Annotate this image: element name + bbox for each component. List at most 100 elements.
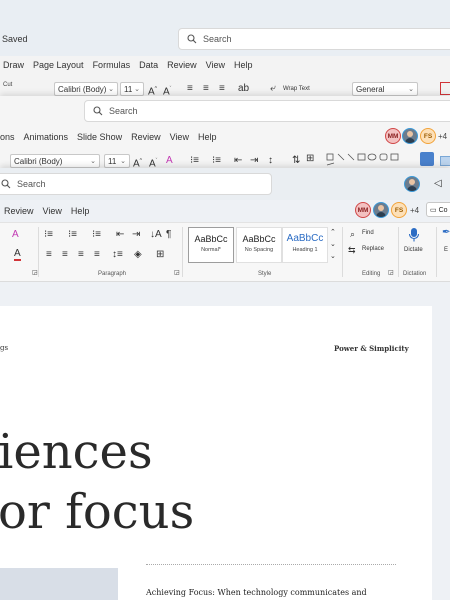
group-label-dictation: Dictation	[403, 271, 427, 277]
bullets-icon[interactable]: ⁝≡	[44, 229, 53, 241]
chevron-down-icon: ⌄	[408, 86, 414, 93]
comments-button[interactable]: ▭ Co	[426, 202, 450, 217]
search-placeholder: Search	[17, 179, 46, 189]
style-no-spacing[interactable]: AaBbCc No Spacing	[236, 227, 282, 263]
show-formatting-icon[interactable]: ¶	[166, 229, 171, 241]
dictate-button[interactable]: Dictate	[404, 247, 423, 253]
conditional-format-icon[interactable]	[440, 82, 450, 95]
ppt-search-input[interactable]: Search	[84, 100, 450, 122]
avatar[interactable]	[402, 128, 418, 144]
menu-view[interactable]: View	[43, 206, 62, 216]
sort-icon[interactable]: ↓A	[150, 229, 162, 241]
divider	[398, 227, 399, 277]
menu-view[interactable]: View	[206, 60, 225, 70]
menu-animations[interactable]: Animations	[24, 132, 69, 142]
menu-draw[interactable]: Draw	[3, 60, 24, 70]
styles-scroll-up-icon[interactable]: ⌃	[330, 227, 336, 239]
shading-icon[interactable]: ◈	[134, 249, 142, 261]
menu-review[interactable]: Review	[131, 132, 161, 142]
editing-dialog-launcher-icon[interactable]: ◲	[388, 267, 394, 279]
menu-data[interactable]: Data	[139, 60, 158, 70]
find-button[interactable]: Find	[362, 230, 374, 236]
excel-search-input[interactable]: Search	[178, 28, 450, 50]
orientation-icon[interactable]: ab	[238, 83, 249, 95]
replace-icon[interactable]: ⇆	[348, 244, 356, 256]
cut-button[interactable]: Cut	[3, 82, 12, 88]
document-image	[0, 568, 118, 600]
avatar[interactable]: FS	[420, 128, 436, 144]
font-name-value: Calibri (Body)	[14, 156, 63, 166]
align-right-icon[interactable]: ≡	[78, 249, 84, 261]
align-center-icon[interactable]: ≡	[203, 83, 209, 95]
menu-review[interactable]: Review	[167, 60, 197, 70]
styles-scroll-down-icon[interactable]: ⌄	[330, 239, 336, 251]
style-name: Heading 1	[292, 247, 318, 253]
chevron-down-icon: ⌄	[108, 86, 114, 93]
clear-format-icon[interactable]: A	[12, 229, 19, 241]
menu-slide-show[interactable]: Slide Show	[77, 132, 122, 142]
line-spacing-icon[interactable]: ↕≡	[112, 249, 123, 261]
align-center-icon[interactable]: ≡	[62, 249, 68, 261]
font-dialog-launcher-icon[interactable]: ◲	[32, 267, 38, 279]
avatar[interactable]: FS	[391, 202, 407, 218]
word-search-input[interactable]: Search	[0, 173, 272, 195]
line-spacing-icon[interactable]: ↕	[268, 155, 273, 167]
paragraph-dialog-launcher-icon[interactable]: ◲	[174, 267, 180, 279]
number-format-select[interactable]: General ⌄	[352, 82, 418, 96]
wrap-text-button[interactable]: Wrap Text	[283, 86, 310, 92]
find-icon[interactable]: ⌕	[350, 228, 355, 240]
decrease-indent-icon[interactable]: ⇤	[234, 155, 242, 167]
menu-view[interactable]: View	[170, 132, 189, 142]
decrease-indent-icon[interactable]: ⇤	[116, 229, 124, 241]
replace-button[interactable]: Replace	[362, 246, 384, 252]
share-icon[interactable]: ◁	[434, 178, 442, 190]
multilevel-list-icon[interactable]: ⁝≡	[92, 229, 101, 241]
align-left-icon[interactable]: ≡	[187, 83, 193, 95]
ppt-font-size[interactable]: 11 ⌄	[104, 154, 130, 168]
shapes-gallery[interactable]	[326, 152, 408, 168]
chevron-down-icon: ⌄	[134, 86, 140, 93]
arrange-icon[interactable]	[420, 152, 434, 166]
excel-font-name[interactable]: Calibri (Body) ⌄	[54, 82, 118, 96]
numbering-icon[interactable]: ⁝≡	[212, 155, 221, 167]
smartart-icon[interactable]: ⊞	[306, 153, 314, 165]
increase-indent-icon[interactable]: ⇥	[132, 229, 140, 241]
menu-help[interactable]: Help	[71, 206, 90, 216]
clear-format-icon[interactable]: A	[166, 155, 173, 167]
avatar[interactable]	[373, 202, 389, 218]
more-collaborators[interactable]: +4	[410, 206, 419, 215]
menu-formulas[interactable]: Formulas	[93, 60, 131, 70]
avatar[interactable]	[404, 176, 420, 192]
menu-help[interactable]: Help	[198, 132, 217, 142]
numbering-icon[interactable]: ⁝≡	[68, 229, 77, 241]
excel-menu-bar: Draw Page Layout Formulas Data Review Vi…	[3, 60, 252, 70]
align-left-icon[interactable]: ≡	[46, 249, 52, 261]
menu-add-ins[interactable]: ons	[0, 132, 15, 142]
avatar[interactable]: MM	[385, 128, 401, 144]
editor-button[interactable]: E	[444, 247, 448, 253]
comments-label: Co	[438, 207, 448, 214]
style-heading-1[interactable]: AaBbCc Heading 1	[282, 227, 328, 263]
font-color-icon[interactable]: A	[14, 249, 21, 261]
justify-icon[interactable]: ≡	[94, 249, 100, 261]
font-size-value: 11	[124, 84, 133, 94]
ppt-font-name[interactable]: Calibri (Body) ⌄	[10, 154, 100, 168]
styles-more-icon[interactable]: ⌄	[330, 251, 336, 263]
menu-review[interactable]: Review	[4, 206, 34, 216]
more-collaborators[interactable]: +4	[438, 132, 447, 141]
style-name: No Spacing	[244, 247, 274, 253]
borders-icon[interactable]: ⊞	[156, 249, 164, 261]
microphone-icon[interactable]	[408, 227, 420, 243]
increase-indent-icon[interactable]: ⇥	[250, 155, 258, 167]
wrap-text-icon[interactable]: ⤶	[270, 83, 276, 95]
text-direction-icon[interactable]: ⇅	[292, 155, 300, 167]
align-right-icon[interactable]: ≡	[219, 83, 225, 95]
avatar[interactable]: MM	[355, 202, 371, 218]
bullets-icon[interactable]: ⁝≡	[190, 155, 199, 167]
menu-page-layout[interactable]: Page Layout	[33, 60, 84, 70]
menu-help[interactable]: Help	[234, 60, 253, 70]
style-normal[interactable]: AaBbCc Normal*	[188, 227, 234, 263]
editor-icon[interactable]: ✒	[442, 227, 450, 239]
excel-font-size[interactable]: 11 ⌄	[120, 82, 144, 96]
quick-styles-icon[interactable]	[440, 156, 450, 166]
